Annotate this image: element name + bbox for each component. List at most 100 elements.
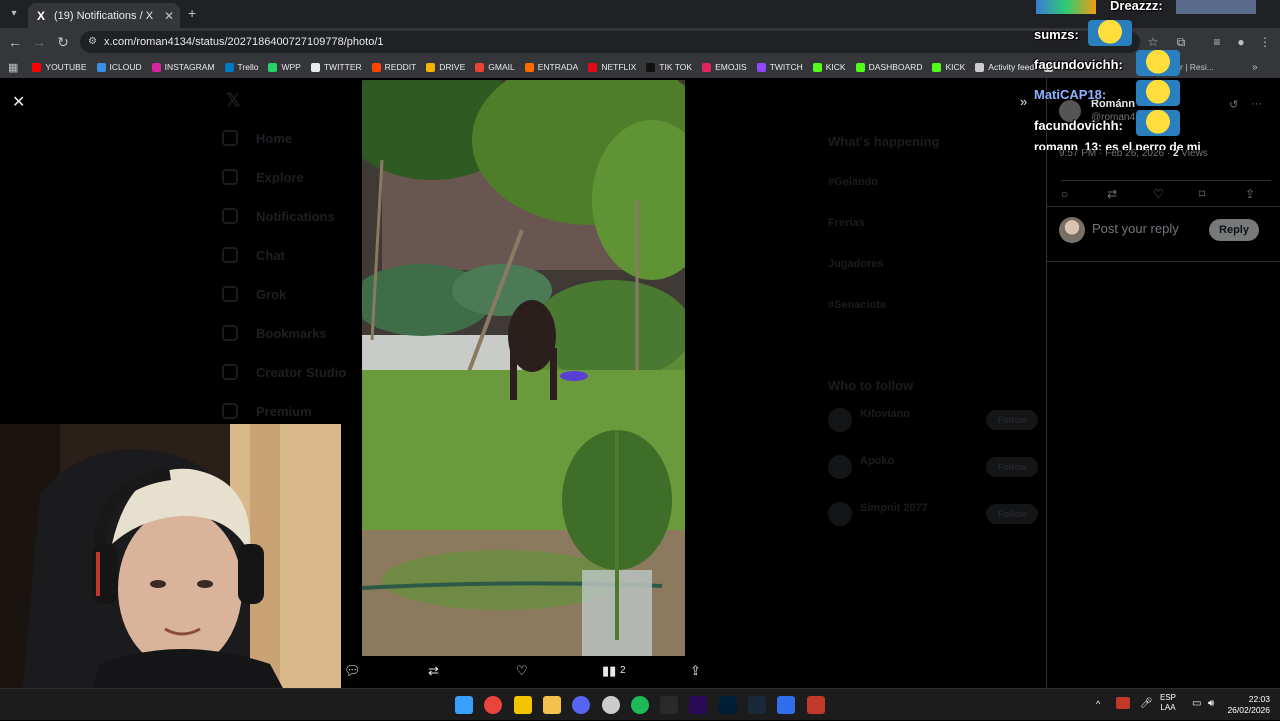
windows-start-icon[interactable]: [455, 696, 473, 714]
obs-icon[interactable]: [601, 696, 620, 714]
trend-item[interactable]: #Gelando: [828, 176, 878, 188]
reply-icon[interactable]: ○: [1061, 187, 1068, 201]
language-indicator[interactable]: ESP LAA: [1160, 693, 1176, 713]
sidebar-item[interactable]: Notifications: [222, 208, 335, 224]
site-info-icon[interactable]: ⚙: [88, 31, 97, 53]
photoshop-icon[interactable]: [718, 696, 737, 714]
discord-icon[interactable]: [572, 696, 591, 714]
trend-item[interactable]: Frerias: [828, 217, 865, 229]
follow-button[interactable]: Follow: [986, 457, 1038, 477]
views-icon: ▮▮: [602, 663, 617, 678]
trend-item[interactable]: #Senaciote: [828, 299, 886, 311]
nav-icon: [222, 130, 238, 146]
sidebar-item[interactable]: Bookmarks: [222, 325, 327, 341]
premiere-icon[interactable]: [689, 696, 708, 714]
bookmark-list: YOUTUBE ICLOUD INSTAGRAM Trello WPP TWITTER RE…: [32, 62, 1072, 72]
bookmark-item[interactable]: INSTAGRAM: [151, 62, 215, 72]
sidebar-item-label: Explore: [256, 169, 304, 185]
back-arrow-icon[interactable]: ←: [6, 33, 24, 51]
bookmark-item[interactable]: YOUTUBE: [32, 62, 87, 72]
bookmark-item[interactable]: KICK: [812, 62, 846, 72]
sidebar-item[interactable]: Grok: [222, 286, 286, 302]
sidebar-item[interactable]: Chat: [222, 247, 285, 263]
reload-icon[interactable]: ↻: [54, 33, 72, 51]
bookmark-item[interactable]: Trello: [224, 62, 258, 72]
follow-suggestion-name[interactable]: Apoko: [860, 455, 894, 467]
tray-app-icon[interactable]: [1116, 697, 1130, 709]
bookmark-item[interactable]: DRIVE: [426, 62, 465, 72]
cursor-icon[interactable]: [777, 696, 796, 714]
bookmark-item[interactable]: NETFLIX: [588, 62, 636, 72]
browser-tab[interactable]: X (19) Notifications / X ✕: [28, 3, 180, 28]
bookmark-favicon-icon: [524, 62, 534, 72]
chrome-icon[interactable]: [484, 696, 503, 714]
like-icon[interactable]: ♡: [1153, 187, 1164, 201]
chat-emote-icon: [1136, 110, 1180, 136]
bookmark-item[interactable]: REDDIT: [371, 62, 417, 72]
follow-suggestion-name[interactable]: Simpnit 2077: [860, 502, 928, 514]
sidebar-item[interactable]: Premium: [222, 403, 312, 419]
apps-grid-icon[interactable]: ▦: [8, 61, 18, 74]
trend-item[interactable]: Jugadores: [828, 258, 884, 270]
bookmark-item[interactable]: Activity feed: [975, 62, 1034, 72]
new-tab-plus-icon[interactable]: +: [188, 5, 196, 21]
share-icon[interactable]: ⇪: [690, 663, 701, 679]
volume-icon[interactable]: 🔊︎: [1208, 698, 1214, 709]
sidebar-item[interactable]: Explore: [222, 169, 304, 185]
sidebar-item[interactable]: Creator Studio: [222, 364, 346, 380]
repost-icon[interactable]: ⇄: [1107, 187, 1117, 201]
chat-emote-icon: [1088, 20, 1132, 46]
reply-button[interactable]: Reply: [1209, 219, 1259, 241]
follow-button[interactable]: Follow: [986, 504, 1038, 524]
bookmark-item[interactable]: TIK TOK: [646, 62, 692, 72]
bookmark-favicon-icon: [371, 62, 381, 72]
network-icon[interactable]: ▭: [1192, 698, 1201, 709]
bookmark-icon[interactable]: ⌑: [1199, 187, 1205, 201]
avatar[interactable]: [828, 455, 852, 479]
chat-line: romann_13: es el perro de mi: [1034, 140, 1201, 150]
notes-icon[interactable]: [513, 696, 532, 714]
bookmark-item[interactable]: EMOJIS: [702, 62, 747, 72]
clock[interactable]: 22:03 26/02/2026: [1226, 694, 1270, 716]
post-photo[interactable]: [362, 80, 685, 656]
repost-icon[interactable]: ⇄: [428, 663, 439, 679]
avatar[interactable]: [828, 502, 852, 526]
bookmark-label: KICK: [825, 62, 846, 72]
streamer-webcam-image: [0, 424, 341, 720]
steam-icon[interactable]: [748, 696, 766, 714]
chat-emote-icon: [1136, 80, 1180, 106]
microphone-icon[interactable]: 🎤︎: [1140, 698, 1153, 709]
collapse-sidebar-icon[interactable]: »: [1020, 94, 1027, 109]
bookmark-label: DASHBOARD: [868, 62, 923, 72]
tab-search-chevron-icon[interactable]: ▾: [6, 6, 22, 22]
bookmark-item[interactable]: TWITCH: [756, 62, 803, 72]
follow-button[interactable]: Follow: [986, 410, 1038, 430]
sidebar-item-label: Notifications: [256, 208, 335, 224]
spotify-icon[interactable]: [630, 696, 649, 714]
bookmark-item[interactable]: DASHBOARD: [855, 62, 923, 72]
app-red-icon[interactable]: [806, 696, 825, 714]
nav-icon: [222, 364, 238, 380]
bookmark-label: REDDIT: [384, 62, 417, 72]
bookmark-item[interactable]: KICK: [932, 62, 965, 72]
bookmark-item[interactable]: WPP: [268, 62, 301, 72]
close-icon[interactable]: ✕: [12, 92, 25, 112]
bookmark-item[interactable]: ENTRADA: [524, 62, 578, 72]
forward-arrow-icon[interactable]: →: [30, 33, 48, 51]
reply-input[interactable]: Post your reply: [1092, 221, 1179, 236]
bookmark-label: TIK TOK: [659, 62, 693, 72]
share-icon[interactable]: ⇪: [1245, 187, 1255, 201]
file-explorer-icon[interactable]: [542, 696, 561, 714]
avatar[interactable]: [828, 408, 852, 432]
follow-suggestion-name[interactable]: Kifoviano: [860, 408, 910, 420]
show-hidden-icons-chevron-icon[interactable]: ^: [1096, 699, 1100, 709]
close-tab-icon[interactable]: ✕: [164, 9, 174, 23]
reply-icon[interactable]: 💬︎: [344, 663, 361, 679]
bookmark-item[interactable]: GMAIL: [475, 62, 515, 72]
bookmark-item[interactable]: ICLOUD: [96, 62, 142, 72]
like-icon[interactable]: ♡: [516, 663, 528, 679]
bookmark-item[interactable]: TWITTER: [310, 62, 362, 72]
address-bar[interactable]: ⚙ x.com/roman4134/status/202718640072710…: [80, 31, 1140, 53]
steam-alt-icon[interactable]: [660, 696, 679, 714]
sidebar-item[interactable]: Home: [222, 130, 292, 146]
